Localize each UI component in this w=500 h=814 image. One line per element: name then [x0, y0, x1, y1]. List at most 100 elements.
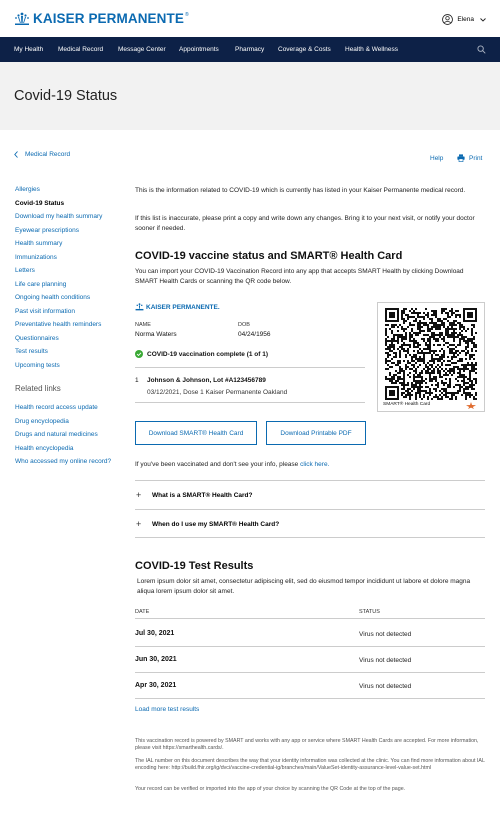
vaccine-description: You can import your COVID-19 Vaccination…	[135, 268, 464, 285]
page-title: Covid-19 Status	[14, 88, 118, 104]
intro-paragraph-1: This is the information related to COVID…	[135, 187, 466, 194]
sidebar-item-letters[interactable]: Letters	[15, 267, 35, 274]
test-results-heading: COVID-19 Test Results	[135, 560, 254, 572]
nav-appointments[interactable]: Appointments	[179, 46, 219, 53]
divider	[135, 646, 485, 647]
main-nav: My Health Medical Record Message Center …	[0, 37, 500, 62]
sidebar-item-upcoming-tests[interactable]: Upcoming tests	[15, 362, 60, 369]
test-results-description: Lorem ipsum dolor sit amet, consectetur …	[137, 578, 471, 595]
related-link-drug-encyclopedia[interactable]: Drug encyclopedia	[15, 418, 69, 425]
test-date: Jul 30, 2021	[135, 630, 175, 637]
dose-title: Johnson & Johnson, Lot #A123456789	[147, 377, 266, 384]
missing-info-text: If you've been vaccinated and don't see …	[135, 460, 485, 470]
nav-health-wellness[interactable]: Health & Wellness	[345, 46, 398, 53]
kp-logo-icon	[15, 12, 29, 25]
help-link[interactable]: Help	[430, 155, 443, 162]
user-name: Elena	[457, 16, 474, 23]
print-label: Print	[469, 154, 483, 162]
dose-detail: 03/12/2021, Dose 1 Kaiser Permanente Oak…	[147, 389, 288, 396]
print-button[interactable]: Print	[457, 154, 482, 162]
breadcrumb-label: Medical Record	[25, 151, 71, 158]
card-logo: KAISER PERMANENTE.	[135, 303, 220, 311]
plus-icon: +	[136, 490, 142, 500]
divider	[135, 402, 365, 403]
divider	[135, 618, 485, 619]
name-value: Norma Waters	[135, 331, 177, 338]
sidebar-item-allergies[interactable]: Allergies	[15, 186, 40, 193]
related-link-access-update[interactable]: Health record access update	[15, 404, 98, 411]
search-icon[interactable]	[477, 45, 486, 54]
click-here-link[interactable]: click here.	[300, 461, 329, 468]
related-link-natural-medicines[interactable]: Drugs and natural medicines	[15, 431, 98, 438]
test-date: Jun 30, 2021	[135, 656, 177, 663]
dose-number: 1	[135, 377, 139, 384]
sidebar-item-preventative[interactable]: Preventative health reminders	[15, 321, 101, 328]
brand-name: KAISER PERMANENTE	[33, 11, 184, 26]
faq-question-label: When do I use my SMART® Health Card?	[152, 520, 280, 528]
test-status: Virus not detected	[359, 631, 412, 638]
chevron-down-icon	[480, 17, 486, 22]
sidebar-item-past-visits[interactable]: Past visit information	[15, 308, 75, 315]
sidebar-item-ongoing-conditions[interactable]: Ongoing health conditions	[15, 294, 90, 301]
test-status: Virus not detected	[359, 657, 412, 664]
sidebar-item-life-care[interactable]: Life care planning	[15, 281, 66, 288]
vaccine-heading: COVID-19 vaccine status and SMART® Healt…	[135, 250, 403, 262]
footer-note-1: This vaccination record is powered by SM…	[135, 738, 479, 752]
divider	[135, 367, 365, 368]
vaccination-status-text: COVID-19 vaccination complete (1 of 1)	[147, 350, 269, 358]
sidebar-item-test-results[interactable]: Test results	[15, 348, 48, 355]
top-bar: KAISER PERMANENTE ® Elena	[0, 0, 500, 37]
nav-message-center[interactable]: Message Center	[118, 46, 166, 53]
check-circle-icon	[135, 350, 143, 358]
footer-note-2: The IAL number on this document describe…	[135, 758, 485, 772]
intro-paragraph-2: If this list is inaccurate, please print…	[135, 215, 475, 232]
sidebar-item-immunizations[interactable]: Immunizations	[15, 254, 57, 261]
download-health-card-button[interactable]: Download SMART® Health Card	[135, 421, 257, 445]
vaccination-status: COVID-19 vaccination complete (1 of 1)	[135, 350, 268, 358]
divider	[135, 672, 485, 673]
card-logo-text: KAISER PERMANENTE.	[146, 303, 220, 311]
dob-label: DOB	[238, 322, 250, 328]
printer-icon	[457, 154, 465, 162]
test-status: Virus not detected	[359, 683, 412, 690]
nav-my-health[interactable]: My Health	[14, 46, 43, 53]
smart-logo-icon	[466, 402, 476, 409]
sidebar-item-eyewear[interactable]: Eyewear prescriptions	[15, 227, 79, 234]
brand-tm: ®	[184, 11, 189, 18]
sidebar-item-download-summary[interactable]: Download my health summary	[15, 213, 102, 220]
qr-code-icon	[385, 308, 477, 400]
plus-icon: +	[136, 519, 142, 529]
page-header: Covid-19 Status	[0, 62, 500, 130]
smart-health-card-qr: SMART® Health Card	[377, 302, 485, 412]
kp-logo-small-icon	[135, 303, 144, 311]
test-date: Apr 30, 2021	[135, 682, 177, 689]
breadcrumb[interactable]: Medical Record	[14, 151, 70, 158]
missing-info-label: If you've been vaccinated and don't see …	[135, 461, 299, 468]
sidebar-item-covid-status[interactable]: Covid-19 Status	[15, 200, 64, 207]
faq-when-use-smart[interactable]: + When do I use my SMART® Health Card?	[135, 509, 485, 538]
nav-coverage-costs[interactable]: Coverage & Costs	[278, 46, 331, 53]
user-menu[interactable]: Elena	[442, 14, 486, 25]
divider	[135, 698, 485, 699]
dob-value: 04/24/1956	[238, 331, 271, 338]
faq-question-label: What is a SMART® Health Card?	[152, 491, 253, 499]
load-more-results-link[interactable]: Load more test results	[135, 706, 199, 713]
related-link-health-encyclopedia[interactable]: Health encyclopedia	[15, 445, 74, 452]
qr-caption: SMART® Health Card	[383, 402, 431, 407]
nav-pharmacy[interactable]: Pharmacy	[235, 46, 264, 53]
date-column-header: DATE	[135, 609, 150, 615]
nav-medical-record[interactable]: Medical Record	[58, 46, 103, 53]
sidebar-item-questionnaires[interactable]: Questionnaires	[15, 335, 59, 342]
status-column-header: STATUS	[359, 609, 380, 615]
name-label: NAME	[135, 322, 151, 328]
related-link-who-accessed[interactable]: Who accessed my online record?	[15, 458, 111, 465]
footer-note-3: Your record can be verified or imported …	[135, 786, 406, 792]
user-avatar-icon	[442, 14, 454, 25]
download-pdf-button[interactable]: Download Printable PDF	[266, 421, 366, 445]
related-links-heading: Related links	[15, 384, 61, 393]
chevron-left-icon	[14, 151, 18, 158]
faq-what-is-smart[interactable]: + What is a SMART® Health Card?	[135, 480, 485, 509]
divider	[135, 537, 485, 538]
sidebar-item-health-summary[interactable]: Health summary	[15, 240, 62, 247]
brand-logo[interactable]: KAISER PERMANENTE ®	[14, 11, 189, 26]
